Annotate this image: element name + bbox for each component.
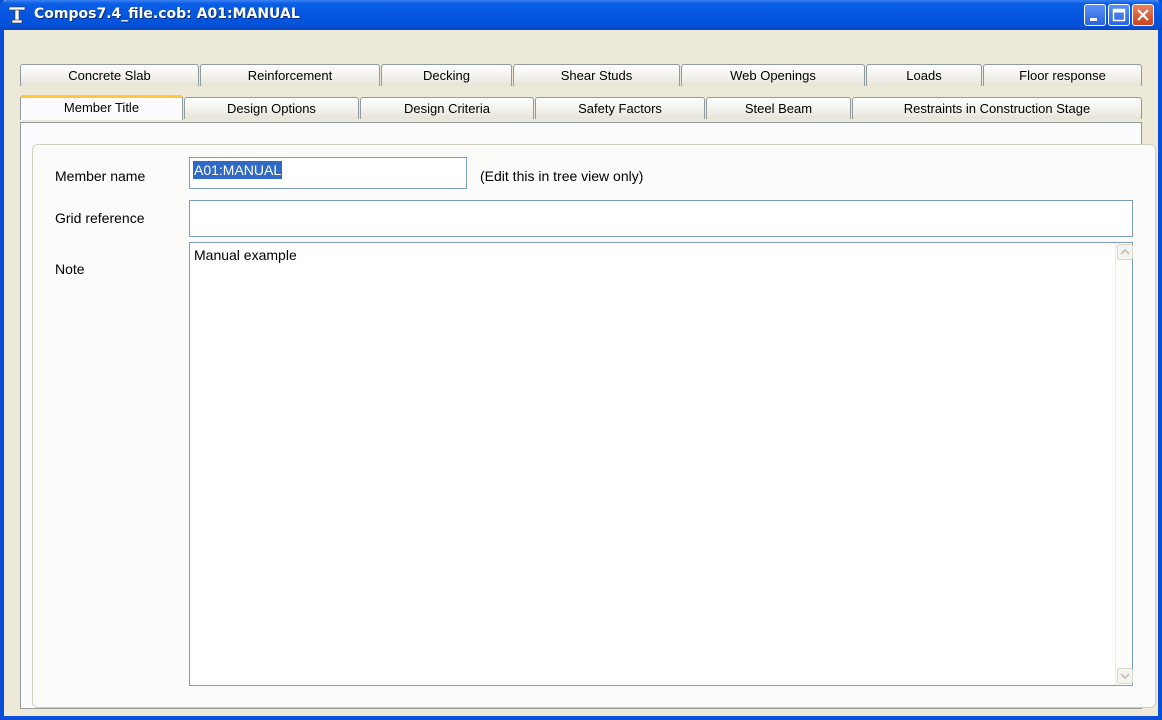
tab-row-front: Member Title Design Options Design Crite…	[0, 95, 1162, 120]
tab-design-options[interactable]: Design Options	[184, 97, 359, 119]
member-name-field[interactable]: A01:MANUAL	[189, 157, 467, 189]
title-bar[interactable]: Compos7.4_file.cob: A01:MANUAL	[0, 0, 1162, 30]
tab-row-back: Concrete Slab Reinforcement Decking Shea…	[0, 64, 1162, 86]
tab-steel-beam[interactable]: Steel Beam	[706, 97, 851, 119]
maximize-button[interactable]	[1108, 4, 1130, 26]
tab-safety-factors[interactable]: Safety Factors	[535, 97, 705, 119]
tab-member-title[interactable]: Member Title	[20, 95, 183, 120]
tab-concrete-slab[interactable]: Concrete Slab	[20, 64, 199, 86]
tab-floor-response[interactable]: Floor response	[983, 64, 1142, 86]
member-name-value: A01:MANUAL	[193, 161, 283, 179]
tab-decking[interactable]: Decking	[381, 64, 512, 86]
tab-shear-studs[interactable]: Shear Studs	[513, 64, 680, 86]
member-name-hint: (Edit this in tree view only)	[480, 168, 644, 184]
note-scrollbar[interactable]	[1115, 243, 1133, 685]
close-icon	[1137, 9, 1149, 21]
window-title: Compos7.4_file.cob: A01:MANUAL	[34, 6, 300, 22]
maximize-icon	[1112, 8, 1126, 22]
tab-restraints-construction-stage[interactable]: Restraints in Construction Stage	[852, 97, 1142, 119]
tab-reinforcement[interactable]: Reinforcement	[200, 64, 380, 86]
grid-reference-input[interactable]	[189, 200, 1133, 237]
minimize-button[interactable]	[1084, 4, 1106, 26]
minimize-icon	[1090, 18, 1097, 21]
i-beam-icon	[8, 6, 26, 24]
note-textarea[interactable]: Manual example	[189, 242, 1133, 686]
tab-loads[interactable]: Loads	[866, 64, 982, 86]
close-button[interactable]	[1132, 4, 1154, 26]
tab-design-criteria[interactable]: Design Criteria	[360, 97, 534, 119]
tab-web-openings[interactable]: Web Openings	[681, 64, 865, 86]
scroll-down-arrow-icon[interactable]	[1117, 668, 1133, 684]
scroll-up-arrow-icon[interactable]	[1117, 244, 1133, 260]
note-label: Note	[55, 261, 85, 277]
note-value: Manual example	[194, 247, 297, 263]
member-name-label: Member name	[55, 168, 146, 184]
grid-reference-label: Grid reference	[55, 210, 145, 226]
